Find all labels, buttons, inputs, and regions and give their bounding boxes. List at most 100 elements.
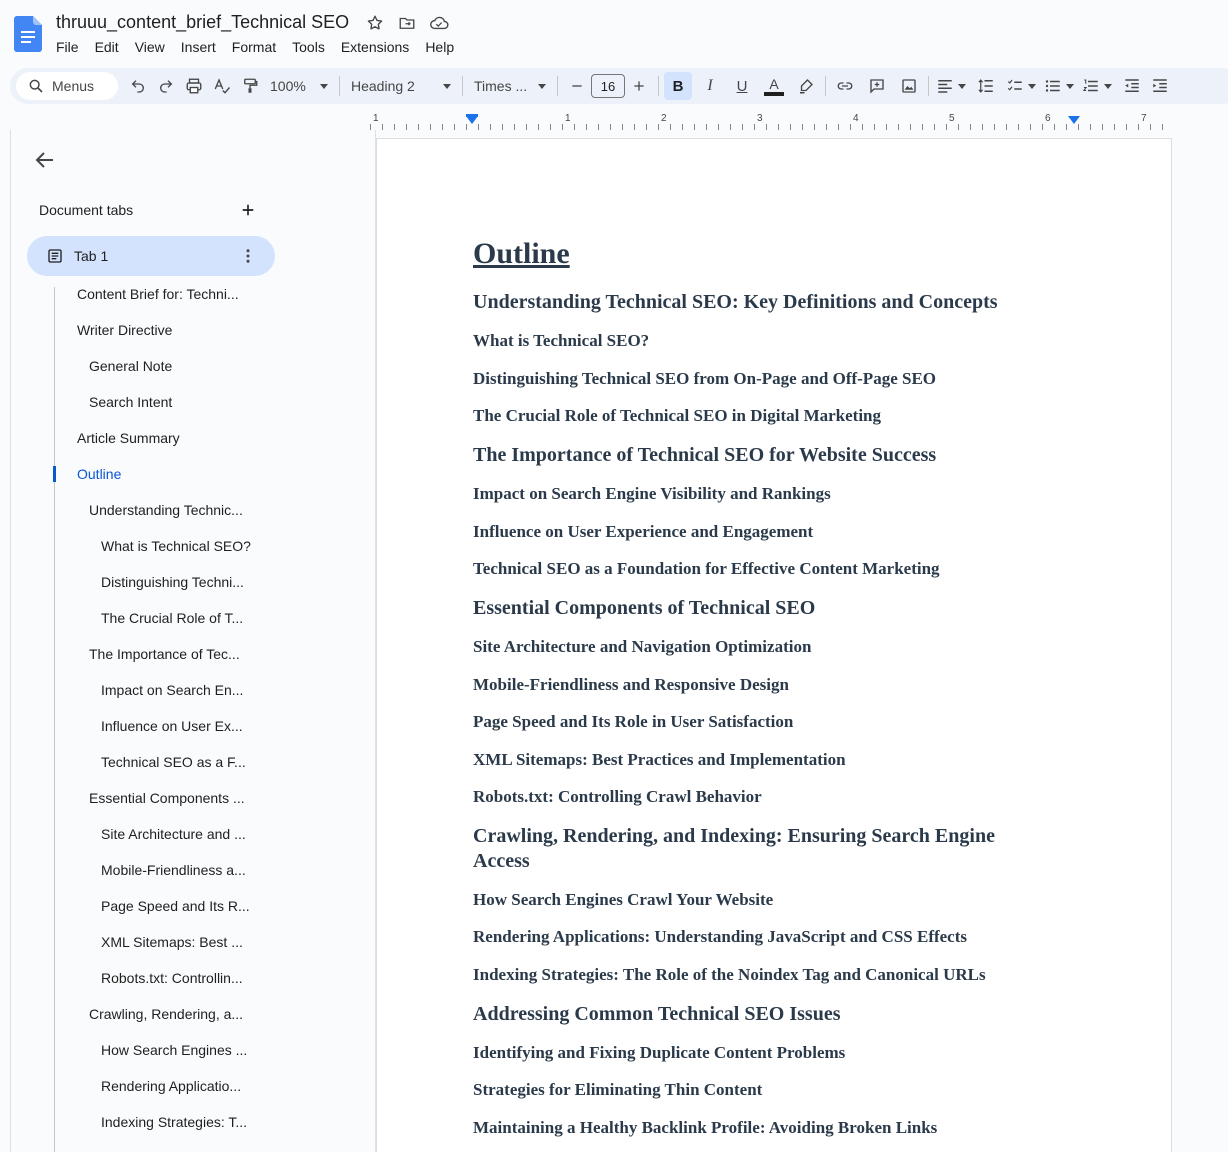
underline-button[interactable]: U xyxy=(728,72,756,100)
outline-item-active[interactable]: Outline xyxy=(77,466,121,482)
move-folder-icon[interactable] xyxy=(396,12,418,34)
search-icon xyxy=(29,79,43,93)
heading-3: Page Speed and Its Role in User Satisfac… xyxy=(473,712,794,731)
menu-format[interactable]: Format xyxy=(224,38,284,56)
document-page[interactable]: Outline Understanding Technical SEO: Key… xyxy=(376,138,1172,1152)
menu-tools[interactable]: Tools xyxy=(284,38,333,56)
insert-image-icon[interactable] xyxy=(895,72,923,100)
docs-logo-icon[interactable] xyxy=(14,16,42,52)
outline-item[interactable]: Mobile-Friendliness a... xyxy=(101,862,246,878)
undo-icon[interactable] xyxy=(124,72,152,100)
heading-3: The Crucial Role of Technical SEO in Dig… xyxy=(473,406,882,425)
bulleted-caret-icon[interactable] xyxy=(1066,83,1074,89)
heading-3: Robots.txt: Controlling Crawl Behavior xyxy=(473,787,762,806)
heading-3: Strategies for Eliminating Thin Content xyxy=(473,1080,763,1099)
decrease-font-size-icon[interactable] xyxy=(563,72,591,100)
outline-item[interactable]: How Search Engines ... xyxy=(101,1042,247,1058)
outline-item[interactable]: The Importance of Tec... xyxy=(89,646,240,662)
add-comment-icon[interactable] xyxy=(863,72,891,100)
align-caret-icon[interactable] xyxy=(958,83,966,89)
font-size-input[interactable]: 16 xyxy=(591,74,625,98)
more-options-icon[interactable] xyxy=(239,247,257,265)
text-color-swatch xyxy=(764,91,784,96)
menu-extensions[interactable]: Extensions xyxy=(333,38,417,56)
outline-item[interactable]: General Note xyxy=(89,358,172,374)
paint-format-icon[interactable] xyxy=(236,72,264,100)
outline-item[interactable]: Writer Directive xyxy=(77,322,172,338)
ruler-label: 7 xyxy=(1141,113,1147,124)
outline-item[interactable]: Robots.txt: Controllin... xyxy=(101,970,243,986)
star-icon[interactable] xyxy=(364,12,386,34)
heading-3: Impact on Search Engine Visibility and R… xyxy=(473,484,831,503)
divider xyxy=(557,76,558,96)
outline-item[interactable]: Distinguishing Techni... xyxy=(101,574,244,590)
right-indent-marker[interactable] xyxy=(1068,116,1080,124)
highlight-icon[interactable] xyxy=(792,72,820,100)
outline-item[interactable]: Technical SEO as a F... xyxy=(101,754,246,770)
zoom-select[interactable]: 100% xyxy=(264,72,334,100)
outline-item[interactable]: Impact on Search En... xyxy=(101,682,243,698)
print-icon[interactable] xyxy=(180,72,208,100)
decrease-indent-icon[interactable] xyxy=(1118,72,1146,100)
active-outline-indicator xyxy=(53,466,56,482)
heading-3: Mobile-Friendliness and Responsive Desig… xyxy=(473,675,789,694)
line-spacing-icon[interactable] xyxy=(972,72,1000,100)
outline-item[interactable]: XML Sitemaps: Best ... xyxy=(101,934,243,950)
outline-item[interactable]: What is Technical SEO? xyxy=(101,538,251,554)
add-tab-icon[interactable] xyxy=(239,201,257,219)
panel-heading: Document tabs xyxy=(39,202,134,218)
back-arrow-icon[interactable] xyxy=(33,148,57,172)
insert-link-icon[interactable] xyxy=(831,72,859,100)
divider xyxy=(339,76,340,96)
outline-item[interactable]: Indexing Strategies: T... xyxy=(101,1114,247,1130)
outline-item[interactable]: Site Architecture and ... xyxy=(101,826,246,842)
outline-item[interactable]: Search Intent xyxy=(89,394,172,410)
checklist-caret-icon[interactable] xyxy=(1028,83,1036,89)
outline-item[interactable]: Essential Components ... xyxy=(89,790,245,806)
increase-indent-icon[interactable] xyxy=(1146,72,1174,100)
menu-help[interactable]: Help xyxy=(417,38,462,56)
cloud-saved-icon[interactable] xyxy=(428,12,450,34)
outline-item[interactable]: Content Brief for: Techni... xyxy=(77,286,239,302)
bold-button[interactable]: B xyxy=(664,72,692,100)
outline-item[interactable]: Rendering Applicatio... xyxy=(101,1078,241,1094)
italic-button[interactable]: I xyxy=(696,72,724,100)
numbered-caret-icon[interactable] xyxy=(1104,83,1112,89)
search-menus[interactable]: Menus xyxy=(16,72,118,100)
menu-insert[interactable]: Insert xyxy=(173,38,224,56)
outline-item[interactable]: Understanding Technic... xyxy=(89,502,243,518)
tab-1[interactable]: Tab 1 xyxy=(27,236,275,276)
outline-item[interactable]: Page Speed and Its R... xyxy=(101,898,250,914)
document-heading-title: Outline xyxy=(473,237,570,270)
numbered-list-icon[interactable] xyxy=(1080,72,1102,100)
ruler-label: 3 xyxy=(757,113,763,124)
left-indent-marker[interactable] xyxy=(466,116,478,124)
heading-3: Maintaining a Healthy Backlink Profile: … xyxy=(473,1118,938,1137)
menu-edit[interactable]: Edit xyxy=(87,38,127,56)
heading-2: Addressing Common Technical SEO Issues xyxy=(473,1003,841,1025)
menu-view[interactable]: View xyxy=(127,38,173,56)
document-title[interactable]: thruuu_content_brief_Technical SEO xyxy=(56,12,349,33)
tab-label: Tab 1 xyxy=(74,248,109,264)
heading-3: Identifying and Fixing Duplicate Content… xyxy=(473,1043,846,1062)
outline-item[interactable]: Article Summary xyxy=(77,430,180,446)
divider xyxy=(658,76,659,96)
spellcheck-icon[interactable] xyxy=(208,72,236,100)
ruler[interactable]: 1 1 2 3 4 5 6 7 xyxy=(370,112,1170,132)
ruler-label: 4 xyxy=(853,113,859,124)
menu-file[interactable]: File xyxy=(48,38,87,56)
checklist-icon[interactable] xyxy=(1004,72,1026,100)
outline-item[interactable]: Influence on User Ex... xyxy=(101,718,243,734)
align-left-icon[interactable] xyxy=(934,72,956,100)
search-menus-label: Menus xyxy=(52,78,95,94)
text-color-button[interactable]: A xyxy=(760,72,788,100)
heading-3: Technical SEO as a Foundation for Effect… xyxy=(473,559,940,578)
increase-font-size-icon[interactable] xyxy=(625,72,653,100)
bulleted-list-icon[interactable] xyxy=(1042,72,1064,100)
ruler-label: 6 xyxy=(1045,113,1051,124)
font-select[interactable]: Times ... xyxy=(468,72,552,100)
redo-icon[interactable] xyxy=(152,72,180,100)
style-select[interactable]: Heading 2 xyxy=(345,72,457,100)
outline-item[interactable]: Crawling, Rendering, a... xyxy=(89,1006,243,1022)
outline-item[interactable]: The Crucial Role of T... xyxy=(101,610,243,626)
